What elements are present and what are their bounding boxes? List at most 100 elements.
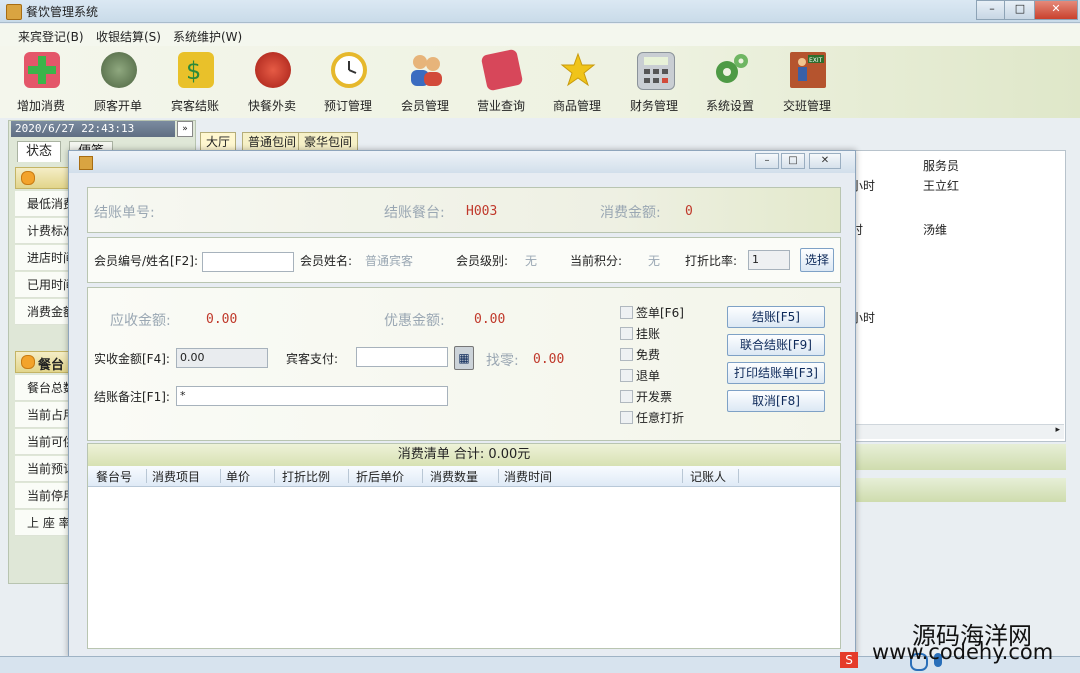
dialog-close-button[interactable]: ✕ [809, 153, 841, 169]
toolbar: 增加消费 顾客开单 $ 宾客结账 快餐外卖 预订管理 会员管理 营业查询 商品管… [0, 46, 1080, 118]
dialog-minimize-button[interactable]: – [755, 153, 779, 169]
tool-settings[interactable]: 系统设置 [693, 46, 767, 116]
column-header[interactable]: 记账人 [690, 468, 726, 485]
room-tabs: 大厅 普通包间 豪华包间 [196, 132, 996, 152]
column-header[interactable]: 消费时间 [504, 468, 552, 485]
tea-bowl-icon [101, 52, 137, 88]
member-group: 会员编号/姓名[F2]: 会员姓名: 普通宾客 会员级别: 无 当前积分: 无 … [87, 237, 841, 283]
free-checkbox[interactable] [620, 348, 633, 361]
note-input[interactable]: * [176, 386, 448, 406]
tool-add-consumption[interactable]: 增加消费 [4, 46, 78, 116]
ime-icon[interactable]: S [840, 652, 858, 668]
guest-pay-label: 宾客支付: [286, 352, 339, 366]
received-label: 实收金额[F4]: [94, 352, 170, 366]
column-header[interactable]: 餐台号 [96, 468, 132, 485]
tool-goods[interactable]: 商品管理 [540, 46, 614, 116]
tab-normal-room[interactable]: 普通包间 [242, 132, 303, 152]
column-divider [422, 469, 423, 483]
payment-group: 应收金额: 0.00 优惠金额: 0.00 实收金额[F4]: 0.00 宾客支… [87, 287, 841, 441]
tool-shift-handover[interactable]: EXIT 交班管理 [770, 46, 844, 116]
close-button[interactable]: ✕ [1034, 0, 1078, 20]
tool-label: 宾客结账 [170, 99, 219, 113]
star-icon [560, 52, 596, 88]
scroll-right-icon[interactable]: ▸ [1055, 425, 1060, 435]
return-order-checkbox[interactable] [620, 369, 633, 382]
joint-checkout-button[interactable]: 联合结账[F9] [727, 334, 825, 356]
takeout-icon [255, 52, 291, 88]
menu-cashier[interactable]: 收银结算(S) [96, 28, 161, 45]
calculator-icon [637, 52, 675, 90]
checkout-button[interactable]: 结账[F5] [727, 306, 825, 328]
column-divider [146, 469, 147, 483]
dialog-maximize-button[interactable]: □ [781, 153, 805, 169]
gears-icon [713, 52, 749, 88]
sign-bill-checkbox[interactable] [620, 306, 633, 319]
guest-pay-input[interactable] [356, 347, 448, 367]
maximize-button[interactable]: □ [1004, 0, 1036, 20]
clock-display: 2020/6/27 22:43:13 [11, 121, 175, 137]
tool-label: 会员管理 [400, 99, 449, 113]
member-id-input[interactable] [202, 252, 294, 272]
table-value: H003 [466, 204, 498, 219]
collapse-dot-icon [21, 355, 35, 369]
tool-members[interactable]: 会员管理 [388, 46, 462, 116]
tab-hall[interactable]: 大厅 [200, 132, 237, 152]
collapse-button[interactable]: » [177, 121, 193, 137]
column-header[interactable]: 打折比例 [282, 468, 330, 485]
tool-label: 预订管理 [323, 99, 372, 113]
option-label: 挂账 [636, 327, 661, 341]
note-label: 结账备注[F1]: [94, 390, 170, 404]
print-bill-button[interactable]: 打印结账单[F3] [727, 362, 825, 384]
grid-cell: 王立红 [923, 179, 960, 193]
member-level-value: 无 [525, 254, 538, 268]
discount-rate-label: 打折比率: [685, 254, 738, 268]
clock-icon [331, 52, 367, 88]
invoice-checkbox[interactable] [620, 390, 633, 403]
tool-finance[interactable]: 财务管理 [617, 46, 691, 116]
column-divider [274, 469, 275, 483]
app-icon [6, 4, 22, 20]
column-header[interactable]: 消费项目 [152, 468, 200, 485]
consumption-list: 消费清单 合计: 0.00元 餐台号 消费项目 单价 打折比例 折后单价 消费数… [87, 443, 841, 649]
tool-label: 快餐外卖 [247, 99, 296, 113]
discount-amount-value: 0.00 [474, 312, 506, 327]
bill-no-label: 结账单号: [94, 205, 155, 221]
any-discount-checkbox[interactable] [620, 411, 633, 424]
dialog-icon [79, 156, 93, 170]
received-input[interactable]: 0.00 [176, 348, 268, 368]
calculator-button[interactable]: ▦ [454, 346, 474, 370]
column-divider [348, 469, 349, 483]
tab-luxury-room[interactable]: 豪华包间 [298, 132, 359, 152]
on-account-checkbox[interactable] [620, 327, 633, 340]
menu-system-maintenance[interactable]: 系统维护(W) [173, 28, 242, 45]
option-label: 免费 [636, 348, 661, 362]
tab-status[interactable]: 状态 [17, 141, 62, 162]
tool-checkout[interactable]: $ 宾客结账 [158, 46, 232, 116]
menu-guest-register[interactable]: 来宾登记(B) [18, 28, 84, 45]
svg-text:EXIT: EXIT [809, 57, 823, 64]
exit-door-icon: EXIT [790, 52, 826, 88]
select-member-button[interactable]: 选择 [800, 248, 834, 272]
tool-label: 商品管理 [552, 99, 601, 113]
points-label: 当前积分: [570, 254, 623, 268]
column-divider [220, 469, 221, 483]
tool-business-query[interactable]: 营业查询 [464, 46, 538, 116]
tool-takeout[interactable]: 快餐外卖 [235, 46, 309, 116]
collapse-dot-icon [21, 171, 35, 185]
column-header[interactable]: 折后单价 [356, 468, 404, 485]
horizontal-scrollbar[interactable]: ▸ [850, 424, 1064, 439]
pencil-ruler-icon [480, 48, 524, 92]
checkout-dialog: – □ ✕ 结账单号: 结账餐台: H003 消费金额: 0 会员编号/姓名[F… [68, 150, 856, 658]
tool-open-order[interactable]: 顾客开单 [81, 46, 155, 116]
option-label: 退单 [636, 369, 661, 383]
member-id-label: 会员编号/姓名[F2]: [94, 254, 198, 268]
cancel-button[interactable]: 取消[F8] [727, 390, 825, 412]
column-header[interactable]: 单价 [226, 468, 250, 485]
column-header[interactable]: 消费数量 [430, 468, 478, 485]
column-divider [738, 469, 739, 483]
tool-reservation[interactable]: 预订管理 [311, 46, 385, 116]
change-label: 找零: [486, 353, 519, 369]
window-title: 餐饮管理系统 [26, 5, 99, 19]
discount-rate-input[interactable]: 1 [748, 250, 790, 270]
tool-label: 增加消费 [16, 99, 65, 113]
